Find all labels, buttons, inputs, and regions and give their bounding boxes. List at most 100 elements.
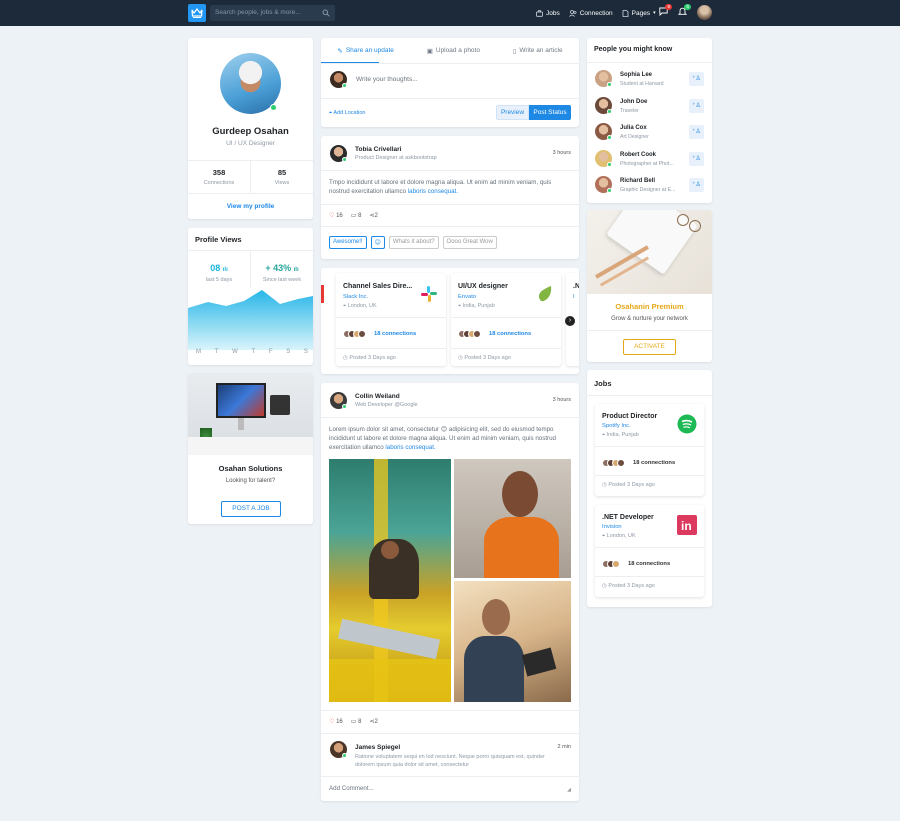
- add-friend-button[interactable]: ⁺♙: [689, 125, 704, 139]
- people-list-item[interactable]: John Doe Traveler ⁺♙: [587, 96, 712, 121]
- reaction-chip[interactable]: 😊: [370, 236, 385, 249]
- preview-button[interactable]: Preview: [496, 105, 529, 120]
- people-list-item[interactable]: Robert Cook Photographer at Phot... ⁺♙: [587, 149, 712, 174]
- bar-chart-icon: ılı: [293, 267, 299, 273]
- slack-logo-icon: [421, 286, 437, 302]
- person-name[interactable]: Robert Cook: [620, 152, 656, 158]
- add-friend-button[interactable]: ⁺♙: [689, 98, 704, 113]
- job-card[interactable]: Channel Sales Dire... Slack Inc. ⌖ Londo…: [336, 273, 446, 366]
- office-desk-image: [188, 373, 313, 455]
- search-placeholder: Search people, jobs & more...: [215, 9, 301, 16]
- user-avatar[interactable]: [697, 5, 712, 20]
- nav-connection-link[interactable]: Connection: [568, 9, 613, 17]
- post-photo-large[interactable]: [329, 459, 451, 702]
- views-count[interactable]: 85: [251, 168, 313, 177]
- messages-badge: 8: [665, 4, 672, 10]
- reaction-chip[interactable]: Oooo Great Wow: [442, 236, 497, 249]
- person-name[interactable]: Julia Cox: [620, 125, 647, 131]
- weekday-label: T: [251, 349, 256, 355]
- post-author-name[interactable]: Collin Weiland: [355, 393, 400, 400]
- job-card[interactable]: .NET Developer Invision ⌖ London, UK in …: [595, 505, 704, 597]
- messages-button[interactable]: 8: [659, 4, 672, 18]
- add-friend-button[interactable]: ⁺♙: [689, 151, 704, 166]
- tab-share-update[interactable]: ✎ Share an update: [337, 47, 394, 55]
- premium-card: Osahanin Premium Grow & nurture your net…: [587, 210, 712, 362]
- divider: [188, 193, 313, 194]
- comment-button[interactable]: ▭ 8: [351, 212, 362, 219]
- tab-upload-photo[interactable]: ▣ Upload a photo: [427, 47, 480, 55]
- post-status-button[interactable]: Post Status: [529, 105, 571, 120]
- people-list-item[interactable]: Richard Bell Graphic Designer at E... ⁺♙: [587, 176, 712, 200]
- online-status-dot: [342, 404, 347, 409]
- share-button[interactable]: ⋖2: [369, 718, 377, 725]
- job-company: I: [573, 294, 575, 300]
- divider: [321, 776, 579, 777]
- person-name[interactable]: Richard Bell: [620, 178, 655, 184]
- people-title: People you might know: [594, 46, 673, 53]
- notifications-button[interactable]: 6: [677, 4, 691, 18]
- invision-logo-icon: in: [677, 515, 697, 535]
- carousel-next-button[interactable]: ›: [565, 316, 575, 326]
- profile-name[interactable]: Gurdeep Osahan: [188, 126, 313, 137]
- job-title[interactable]: Product Director: [602, 413, 657, 420]
- connections-count[interactable]: 358: [188, 168, 250, 177]
- nav-jobs-link[interactable]: Jobs: [536, 10, 560, 17]
- like-button[interactable]: ♡ 16: [329, 718, 343, 725]
- nav-pages-dropdown[interactable]: Pages ▾: [622, 10, 656, 17]
- share-button[interactable]: ⋖2: [369, 212, 377, 219]
- job-posted: ◷ Posted 3 Days ago: [602, 482, 655, 488]
- job-card[interactable]: Product Director Spotify Inc. ⌖ India, P…: [595, 404, 704, 496]
- post-author-role: Product Designer at askbootstrap: [355, 155, 437, 161]
- people-list-item[interactable]: Sophia Lee Student at Harvard ⁺♙: [587, 70, 712, 94]
- post-photo-top-right[interactable]: [454, 459, 571, 578]
- people-list-item[interactable]: Julia Cox Art Designer ⁺♙: [587, 123, 712, 147]
- weekday-label: T: [214, 349, 219, 355]
- person-role: Graphic Designer at E...: [620, 187, 676, 193]
- clock-icon: ◷: [602, 482, 607, 488]
- divider: [587, 62, 712, 63]
- add-comment-input[interactable]: Add Comment...: [329, 785, 374, 792]
- job-title[interactable]: Channel Sales Dire...: [343, 283, 421, 290]
- job-card[interactable]: UI/UX designer Envato ⌖ India, Punjab 18…: [451, 273, 561, 366]
- job-connections[interactable]: 18 connections: [628, 561, 670, 567]
- post-link[interactable]: laboris consequat.: [385, 444, 435, 451]
- divider: [595, 547, 704, 548]
- reaction-chip[interactable]: Whats it about?: [388, 236, 439, 249]
- add-location-link[interactable]: ⌖ Add Location: [329, 110, 365, 117]
- users-icon: [568, 9, 577, 17]
- post-text: Tmpo incididunt ut labore et dolore magn…: [329, 179, 552, 195]
- post-author-role: Web Developer @Google: [355, 402, 418, 408]
- job-connections[interactable]: 18 connections: [489, 331, 531, 337]
- job-connections[interactable]: 18 connections: [633, 460, 675, 466]
- add-friend-button[interactable]: ⁺♙: [689, 178, 704, 192]
- post-job-button[interactable]: POST A JOB: [221, 501, 281, 517]
- person-role: Art Designer: [620, 134, 649, 140]
- search-input[interactable]: Search people, jobs & more...: [210, 5, 335, 21]
- job-title[interactable]: .NET Developer: [602, 514, 654, 521]
- person-name[interactable]: John Doe: [620, 99, 647, 105]
- comment-button[interactable]: ▭ 8: [351, 718, 362, 725]
- activate-button[interactable]: ACTIVATE: [623, 339, 676, 355]
- person-name[interactable]: Sophia Lee: [620, 72, 652, 78]
- person-role: Student at Harvard: [620, 81, 664, 87]
- add-friend-button[interactable]: ⁺♙: [689, 72, 704, 86]
- job-connections[interactable]: 18 connections: [374, 331, 416, 337]
- job-title[interactable]: UI/UX designer: [458, 283, 508, 290]
- post-link[interactable]: laboris consequat.: [408, 188, 458, 195]
- divider: [595, 446, 704, 447]
- profile-title: UI / UX Designer: [226, 140, 275, 147]
- view-profile-link[interactable]: View my profile: [188, 203, 313, 210]
- job-posted: ◷ Posted 3 Days ago: [343, 355, 396, 361]
- post-author-name[interactable]: Tobia Crivellari: [355, 146, 401, 153]
- divider: [336, 348, 446, 349]
- top-navbar: Search people, jobs & more... Jobs Conne…: [0, 0, 900, 26]
- reaction-chip[interactable]: Awesome!!: [329, 236, 367, 249]
- post-photo-bottom-right[interactable]: [454, 581, 571, 702]
- divider: [587, 395, 712, 396]
- like-button[interactable]: ♡ 16: [329, 212, 343, 219]
- status-input[interactable]: Write your thoughts...: [356, 76, 418, 83]
- views-growth-label: Since last week: [262, 277, 302, 283]
- comment-author-name[interactable]: James Spiegel: [355, 744, 400, 751]
- app-logo[interactable]: [188, 4, 206, 22]
- tab-write-article[interactable]: ▯ Write an article: [513, 47, 563, 55]
